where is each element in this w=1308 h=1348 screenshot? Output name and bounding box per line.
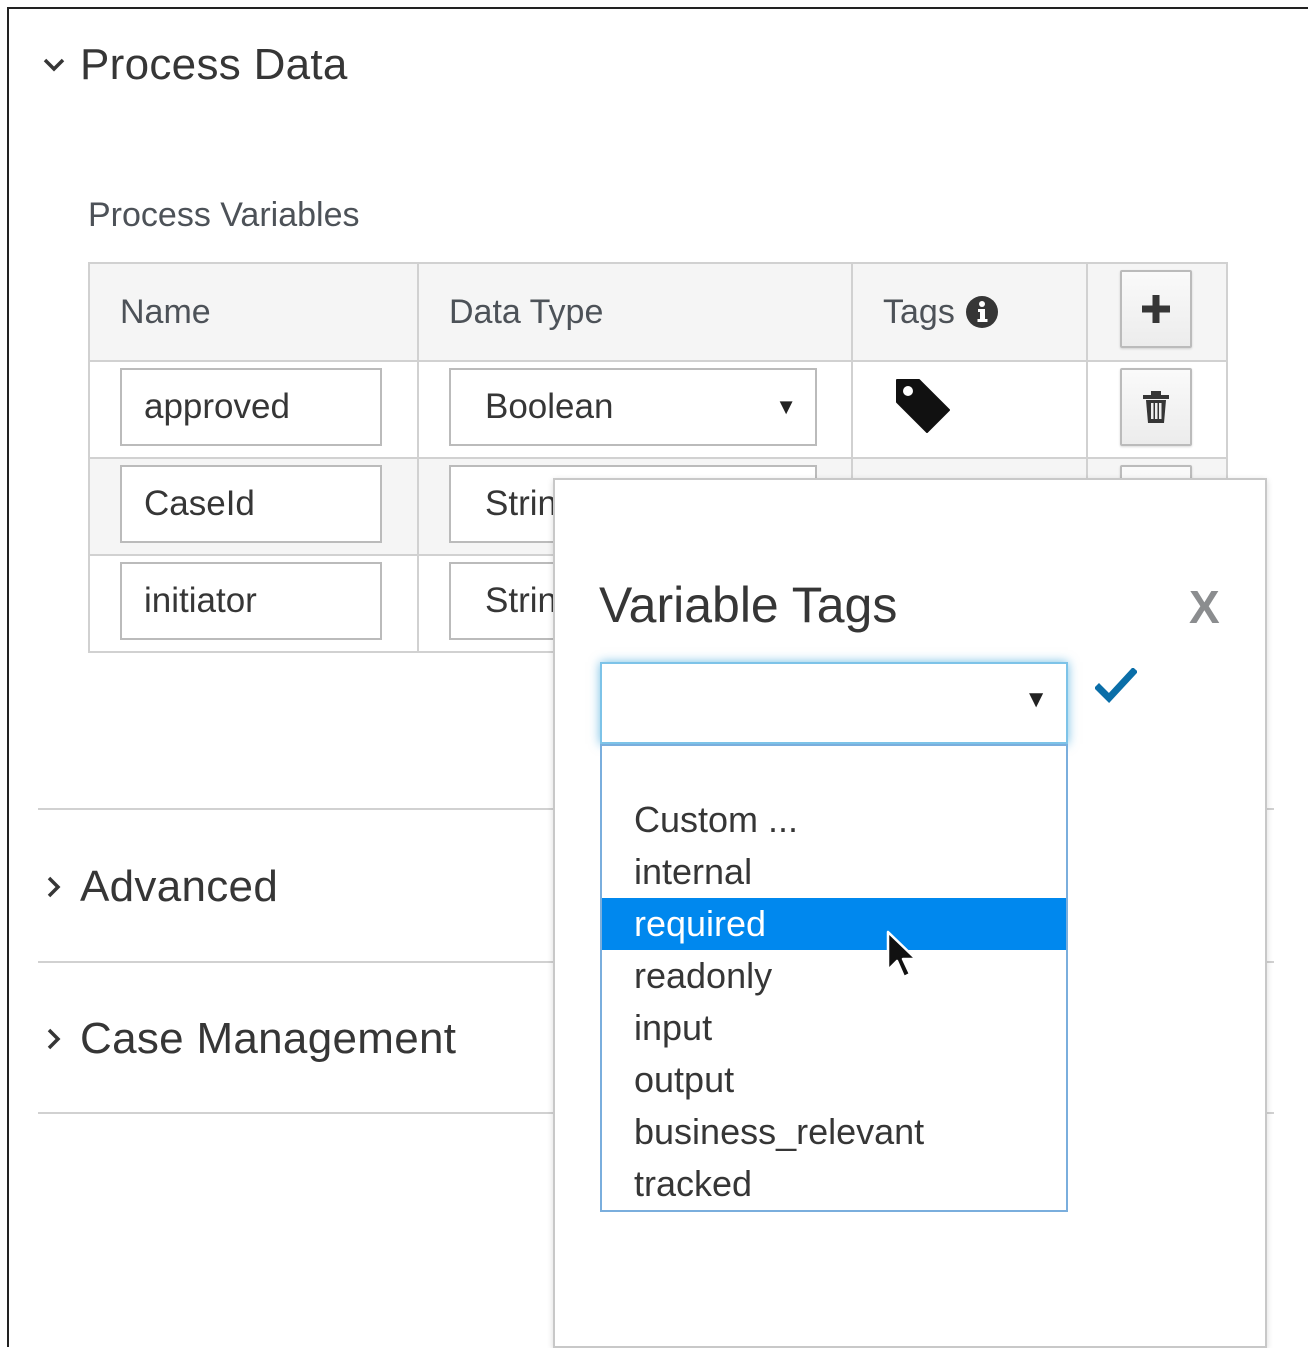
- process-data-header[interactable]: Process Data: [40, 40, 348, 90]
- tag-option-output[interactable]: output: [602, 1054, 1066, 1106]
- data-type-column-header: Data Type: [417, 262, 853, 362]
- mouse-cursor-icon: [886, 930, 918, 979]
- table-row: approved Boolean ▼: [88, 360, 1228, 459]
- tag-option-custom[interactable]: Custom ...: [602, 794, 1066, 846]
- tag-select[interactable]: ▼: [600, 662, 1068, 744]
- variable-tags-popover: Variable Tags X ▼ Custom ... internal re…: [553, 478, 1267, 1348]
- info-circle-icon[interactable]: [965, 295, 999, 329]
- actions-column-header: [1086, 262, 1228, 362]
- tag-option-business-relevant[interactable]: business_relevant: [602, 1106, 1066, 1158]
- variable-name-input[interactable]: approved: [120, 368, 382, 446]
- table-header-row: Name Data Type Tags: [88, 262, 1228, 362]
- variable-name-input[interactable]: initiator: [120, 562, 382, 640]
- tag-option-readonly[interactable]: readonly: [602, 950, 1066, 1002]
- tag-icon[interactable]: [893, 376, 953, 436]
- trash-icon: [1143, 391, 1169, 423]
- tag-options-listbox[interactable]: Custom ... internal required readonly in…: [600, 744, 1068, 1212]
- tag-option-required[interactable]: required: [602, 898, 1066, 950]
- case-management-header[interactable]: Case Management: [40, 1014, 456, 1064]
- checkmark-icon[interactable]: [1095, 668, 1137, 704]
- chevron-right-icon: [40, 873, 68, 901]
- tag-option-tracked[interactable]: tracked: [602, 1158, 1066, 1210]
- advanced-title: Advanced: [80, 862, 279, 911]
- tag-option-input[interactable]: input: [602, 1002, 1066, 1054]
- tags-column-header: Tags: [851, 262, 1088, 362]
- popover-title: Variable Tags: [599, 577, 898, 633]
- chevron-right-icon: [40, 1025, 68, 1053]
- add-variable-button[interactable]: [1120, 270, 1192, 348]
- name-column-header: Name: [88, 262, 419, 362]
- variable-name-input[interactable]: CaseId: [120, 465, 382, 543]
- close-popover-button[interactable]: X: [1189, 580, 1220, 634]
- case-management-title: Case Management: [80, 1014, 457, 1063]
- plus-icon: [1142, 295, 1170, 323]
- advanced-header[interactable]: Advanced: [40, 862, 278, 912]
- data-type-select[interactable]: Boolean ▼: [449, 368, 817, 446]
- process-data-title: Process Data: [80, 40, 348, 89]
- tag-option-internal[interactable]: internal: [602, 846, 1066, 898]
- delete-variable-button[interactable]: [1120, 368, 1192, 446]
- chevron-down-icon: [40, 51, 68, 79]
- caret-down-icon: ▼: [775, 394, 797, 419]
- caret-down-icon: ▼: [1024, 686, 1048, 713]
- process-variables-label: Process Variables: [88, 196, 360, 234]
